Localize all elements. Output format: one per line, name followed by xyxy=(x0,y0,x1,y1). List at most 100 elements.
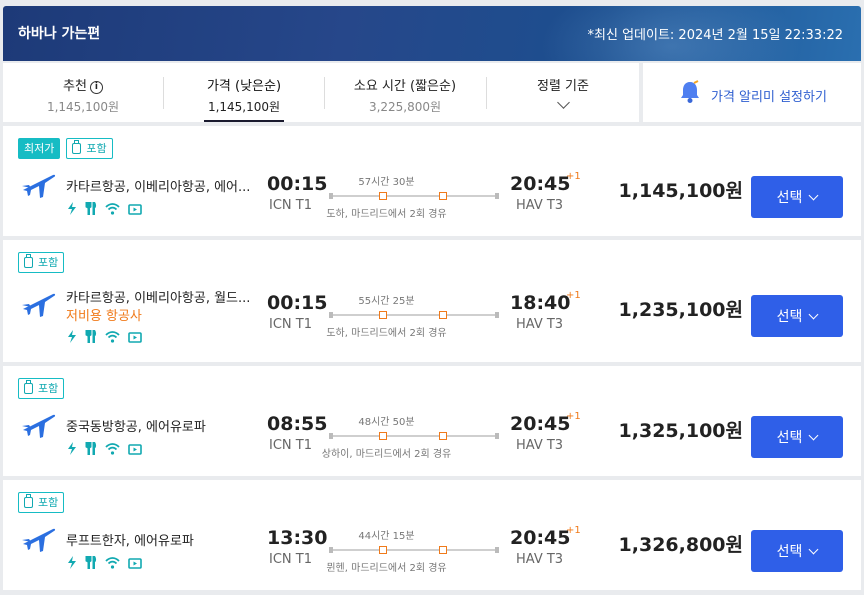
meal-icon xyxy=(85,202,97,215)
tab-duration-short-price: 3,225,800원 xyxy=(368,100,442,114)
stopover-info: 뮌헨, 마드리드에서 2회 경유 xyxy=(326,563,447,574)
select-button[interactable]: 선택 xyxy=(751,176,843,218)
airline-name: 카타르항공, 이베리아항공, 에어... xyxy=(66,180,251,195)
amenities xyxy=(67,202,142,215)
airplane-icon xyxy=(22,293,56,317)
select-button-label: 선택 xyxy=(776,430,803,446)
tab-recommended-price: 1,145,100원 xyxy=(46,100,120,114)
chevron-down-icon xyxy=(808,309,819,319)
arrival-time: 18:40 xyxy=(510,292,571,314)
baggage-icon xyxy=(24,494,33,508)
wifi-icon xyxy=(105,442,120,455)
flight-card[interactable]: 포함 중국동방항공, 에어유로파 08:55 ICN T1 48시간 50분 상… xyxy=(3,366,861,476)
fare-price: 1,325,100원 xyxy=(618,420,743,442)
results-header: 하바나 가는편 *최신 업데이트: 2024년 2월 15일 22:33:22 xyxy=(3,6,861,61)
stopover-marker xyxy=(379,432,387,440)
flight-duration: 55시간 25분 xyxy=(358,296,415,307)
sort-bar: 추천 i 1,145,100원 가격 (낮은순) 1,145,100원 소요 시간… xyxy=(3,63,639,122)
route-track xyxy=(329,546,499,554)
meal-icon xyxy=(85,330,97,343)
stopover-marker xyxy=(379,192,387,200)
power-icon xyxy=(68,202,76,215)
flight-duration: 48시간 50분 xyxy=(358,417,415,428)
route-end-marker xyxy=(495,193,499,199)
price-alert-button[interactable]: 가격 알리미 설정하기 xyxy=(643,63,861,122)
fare-price: 1,326,800원 xyxy=(618,534,743,556)
stopover-marker xyxy=(439,432,447,440)
flight-duration: 57시간 30분 xyxy=(358,177,415,188)
baggage-included-badge: 포함 xyxy=(18,252,65,273)
flight-duration: 44시간 15분 xyxy=(358,531,415,542)
baggage-included-badge: 포함 xyxy=(66,138,113,159)
meal-icon xyxy=(85,442,97,455)
flight-card[interactable]: 포함 루프트한자, 에어유로파 13:30 ICN T1 44시간 15분 뮌헨… xyxy=(3,480,861,590)
stopover-marker xyxy=(379,546,387,554)
arrival-day-offset: +1 xyxy=(566,171,581,182)
tab-recommended-label: 추천 xyxy=(63,79,87,94)
tab-price-low[interactable]: 가격 (낮은순) 1,145,100원 xyxy=(164,63,324,122)
airline-name: 루프트한자, 에어유로파 xyxy=(66,534,194,549)
stopover-marker xyxy=(379,311,387,319)
baggage-included-label: 포함 xyxy=(38,382,59,395)
stopover-marker xyxy=(439,311,447,319)
sort-criteria-dropdown[interactable]: 정렬 기준 xyxy=(487,63,639,122)
baggage-included-badge: 포함 xyxy=(18,492,65,513)
airline-name: 중국동방항공, 에어유로파 xyxy=(66,420,206,435)
baggage-included-label: 포함 xyxy=(38,496,59,509)
arrival-day-offset: +1 xyxy=(566,411,581,422)
arrival-time: 20:45 xyxy=(510,413,571,435)
wifi-icon xyxy=(105,330,120,343)
tab-duration-short[interactable]: 소요 시간 (짧은순) 3,225,800원 xyxy=(325,63,485,122)
chevron-down-icon xyxy=(808,544,819,554)
select-button[interactable]: 선택 xyxy=(751,295,843,337)
route-start-marker xyxy=(329,547,333,553)
select-button-label: 선택 xyxy=(776,309,803,325)
power-icon xyxy=(68,442,76,455)
baggage-included-label: 포함 xyxy=(86,142,107,155)
arrival-time: 20:45 xyxy=(510,527,571,549)
meal-icon xyxy=(85,556,97,569)
arrival-airport: HAV T3 xyxy=(516,552,564,567)
airplane-icon xyxy=(22,414,56,438)
arrival-airport: HAV T3 xyxy=(516,198,564,213)
select-button[interactable]: 선택 xyxy=(751,530,843,572)
flight-card[interactable]: 최저가 포함 카타르항공, 이베리아항공, 에어... 00:15 ICN T1 … xyxy=(3,126,861,236)
bell-icon xyxy=(681,80,699,103)
badge-group: 포함 xyxy=(18,378,65,399)
wifi-icon xyxy=(105,202,120,215)
route-track xyxy=(329,311,499,319)
wifi-icon xyxy=(105,556,120,569)
low-cost-carrier-label: 저비용 항공사 xyxy=(66,309,142,324)
arrival-day-offset: +1 xyxy=(566,290,581,301)
stopover-marker xyxy=(439,192,447,200)
select-button-label: 선택 xyxy=(776,544,803,560)
route-end-marker xyxy=(495,312,499,318)
select-button-label: 선택 xyxy=(776,190,803,206)
sort-criteria-label: 정렬 기준 xyxy=(537,79,589,94)
tab-duration-short-label: 소요 시간 (짧은순) xyxy=(353,79,457,94)
airplane-icon xyxy=(22,174,56,198)
entertainment-icon xyxy=(128,443,142,455)
select-button[interactable]: 선택 xyxy=(751,416,843,458)
route-start-marker xyxy=(329,193,333,199)
amenities xyxy=(67,442,142,455)
route-start-marker xyxy=(329,312,333,318)
fare-price: 1,235,100원 xyxy=(618,299,743,321)
arrival-airport: HAV T3 xyxy=(516,317,564,332)
page-title: 하바나 가는편 xyxy=(18,26,101,42)
arrival-time: 20:45 xyxy=(510,173,571,195)
arrival-day-offset: +1 xyxy=(566,525,581,536)
chevron-down-icon xyxy=(556,96,570,109)
tab-recommended[interactable]: 추천 i 1,145,100원 xyxy=(3,63,163,122)
flight-card[interactable]: 포함 카타르항공, 이베리아항공, 월드... 저비용 항공사 00:15 IC… xyxy=(3,240,861,362)
route-start-marker xyxy=(329,433,333,439)
info-icon[interactable]: i xyxy=(89,81,103,94)
stopover-info: 상하이, 마드리드에서 2회 경유 xyxy=(321,449,452,460)
badge-group: 최저가 포함 xyxy=(18,138,113,159)
power-icon xyxy=(68,330,76,343)
stopover-info: 도하, 마드리드에서 2회 경유 xyxy=(326,209,447,220)
price-alert-label: 가격 알리미 설정하기 xyxy=(711,90,827,105)
amenities xyxy=(67,556,142,569)
baggage-icon xyxy=(24,380,33,394)
badge-group: 포함 xyxy=(18,252,65,273)
